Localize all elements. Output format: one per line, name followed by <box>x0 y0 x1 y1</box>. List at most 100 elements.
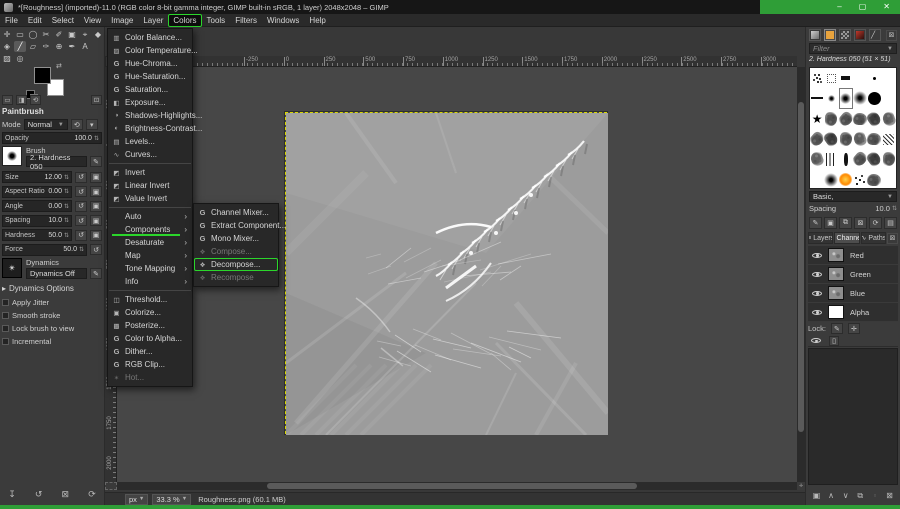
dynamics-options-expander[interactable]: ▸ Dynamics Options <box>2 284 102 293</box>
quick-mask-toggle[interactable] <box>105 482 117 490</box>
foreground-color-swatch[interactable] <box>34 67 51 84</box>
reset-icon[interactable]: ↺ <box>75 229 87 241</box>
brush-cell-tex2[interactable] <box>839 109 853 129</box>
bucket-fill-tool-icon[interactable]: ◈ <box>1 41 13 52</box>
duplicate-brush-icon[interactable]: ⧉ <box>839 217 852 229</box>
minimize-button[interactable]: – <box>837 0 841 14</box>
lock-pixels-icon[interactable]: ✎ <box>830 323 843 334</box>
brush-cell-tex5[interactable] <box>882 109 896 129</box>
checkbox-icon[interactable] <box>2 312 9 319</box>
spinner-icon[interactable]: ⇅ <box>64 217 69 224</box>
brush-cell-soft-s[interactable] <box>824 88 838 108</box>
undo-history-tab-icon[interactable]: ⟲ <box>30 95 41 105</box>
edit-brush-icon[interactable]: ✎ <box>809 217 822 229</box>
colors-menu-item-color-to-alpha[interactable]: G Color to Alpha... <box>108 332 192 345</box>
link-icon[interactable]: ▯ <box>829 335 839 346</box>
channel-list-empty-area[interactable] <box>808 348 898 485</box>
gradient-tool-icon[interactable]: ▨ <box>1 53 13 64</box>
device-status-tab-icon[interactable]: ◨ <box>16 95 27 105</box>
hardness-slider[interactable]: Hardness 50.0 ⇅ <box>2 229 72 241</box>
new-channel-icon[interactable]: ▣ <box>810 489 823 502</box>
brush-cell-blank[interactable] <box>882 68 896 88</box>
link-to-brush-icon[interactable]: ▣ <box>90 171 102 183</box>
spinner-icon[interactable]: ⇅ <box>64 203 69 210</box>
components-item-decompose[interactable]: ❖ Decompose... <box>194 258 278 271</box>
eye-icon[interactable] <box>812 307 822 317</box>
menu-edit[interactable]: Edit <box>23 14 47 27</box>
checkbox-lock-brush-to-view[interactable]: Lock brush to view <box>2 324 102 333</box>
colors-menu-item-colorize[interactable]: ▣ Colorize... <box>108 306 192 319</box>
colors-menu-item-info[interactable]: Info › <box>108 275 192 288</box>
spacing-slider[interactable]: Spacing 10.0 ⇅ <box>2 214 72 227</box>
delete-channel-icon[interactable]: ⊠ <box>883 489 896 502</box>
brush-cell-soft-l[interactable] <box>853 88 867 108</box>
dynamics-thumbnail[interactable]: ✴ <box>2 258 22 278</box>
eye-icon[interactable] <box>812 269 822 279</box>
link-to-brush-icon[interactable]: ▣ <box>90 186 102 197</box>
menu-view[interactable]: View <box>79 14 106 27</box>
colors-menu-item-shadows-highlights[interactable]: ◑ Shadows-Highlights... <box>108 109 203 122</box>
colors-menu-item-auto[interactable]: Auto › <box>108 210 192 223</box>
raise-channel-icon[interactable]: ∧ <box>825 489 838 502</box>
spinner-icon[interactable]: ⇅ <box>64 174 69 181</box>
brush-cell-tex4[interactable] <box>824 129 838 149</box>
channel-row-green[interactable]: Green <box>808 265 898 284</box>
dock-tab-gradients-icon[interactable] <box>854 29 866 41</box>
colors-menu-item-saturation[interactable]: G Saturation... <box>108 83 192 96</box>
airbrush-tool-icon[interactable]: ✑ <box>40 41 52 52</box>
brush-cell-disc[interactable] <box>867 88 881 108</box>
navigation-button[interactable]: ✛ <box>797 482 805 490</box>
text-tool-icon[interactable]: A <box>79 41 91 52</box>
brush-cell-tex5[interactable] <box>853 129 867 149</box>
brush-cell-ink[interactable] <box>839 149 853 169</box>
menu-filters[interactable]: Filters <box>230 14 262 27</box>
eraser-tool-icon[interactable]: ▱ <box>27 41 39 52</box>
spinner-icon[interactable]: ⇅ <box>892 205 897 212</box>
colors-menu-item-levels[interactable]: ▤ Levels... <box>108 135 192 148</box>
brush-cell-tex2[interactable] <box>810 129 824 149</box>
size-slider[interactable]: Size 12.00 ⇅ <box>2 171 72 183</box>
menu-file[interactable]: File <box>0 14 23 27</box>
eye-icon[interactable] <box>811 336 821 346</box>
colors-menu-item-color-balance[interactable]: ▥ Color Balance... <box>108 31 192 44</box>
mode-reset-button[interactable]: ⟲ <box>70 119 83 130</box>
scissors-select-tool-icon[interactable]: ✂ <box>40 29 52 40</box>
reset-icon[interactable]: ↺ <box>75 215 87 226</box>
reset-icon[interactable]: ↺ <box>75 200 87 212</box>
crop-tool-icon[interactable]: ▣ <box>66 29 78 40</box>
brush-cell-sq[interactable] <box>824 68 838 88</box>
tab-layers[interactable]: ≡Layers <box>808 232 834 244</box>
colors-menu-item-posterize[interactable]: ▩ Posterize... <box>108 319 192 332</box>
spinner-icon[interactable]: ⇅ <box>64 232 69 239</box>
brush-cell-tex2[interactable] <box>853 149 867 169</box>
brush-cell-tex3[interactable] <box>867 129 881 149</box>
brush-cell-soft-sel[interactable] <box>838 88 853 109</box>
colors-menu-item-hue-saturation[interactable]: G Hue-Saturation... <box>108 70 192 83</box>
brush-cell-hatch[interactable] <box>882 129 896 149</box>
edit-brush-button[interactable]: ✎ <box>90 156 102 167</box>
components-item-mono-mixer[interactable]: G Mono Mixer... <box>194 232 278 245</box>
save-tool-preset-icon[interactable]: ↧ <box>4 488 20 501</box>
close-dock-icon[interactable]: ⊠ <box>886 29 897 41</box>
brush-cell-bar[interactable] <box>839 68 853 88</box>
channel-to-selection-icon[interactable]: ▫ <box>868 489 881 502</box>
new-brush-icon[interactable]: ▣ <box>824 217 837 229</box>
dock-tab-image-icon[interactable] <box>809 29 821 41</box>
spinner-icon[interactable]: ⇅ <box>94 135 99 142</box>
colors-menu-item-exposure[interactable]: ◧ Exposure... <box>108 96 192 109</box>
checkbox-icon[interactable] <box>2 325 9 332</box>
horizontal-scrollbar[interactable] <box>117 482 797 490</box>
brush-cell-tex[interactable] <box>824 109 838 129</box>
warp-transform-tool-icon[interactable]: ◆ <box>92 29 104 40</box>
colors-menu-item-hue-chroma[interactable]: G Hue-Chroma... <box>108 57 192 70</box>
brush-filter-input[interactable]: Filter ▼ <box>809 43 897 54</box>
restore-tool-preset-icon[interactable]: ↺ <box>31 488 47 501</box>
colors-menu-item-color-temperature[interactable]: ▨ Color Temperature... <box>108 44 197 57</box>
brush-cell-blank[interactable] <box>853 68 867 88</box>
horizontal-scrollbar-thumb[interactable] <box>267 483 637 489</box>
swap-colors-icon[interactable]: ⇄ <box>56 62 62 70</box>
lock-position-icon[interactable]: ✛ <box>847 323 860 334</box>
zoom-select[interactable]: 33.3 % ▼ <box>152 493 192 505</box>
configure-tab-icon[interactable]: ⊡ <box>91 95 102 105</box>
spinner-icon[interactable]: ⇅ <box>79 246 84 253</box>
